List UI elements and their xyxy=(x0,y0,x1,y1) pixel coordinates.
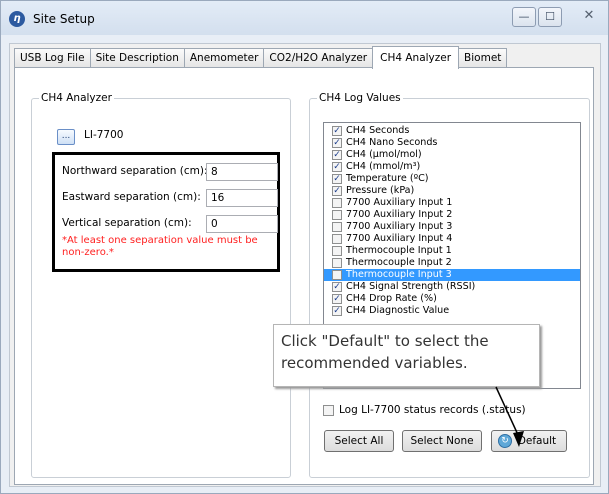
list-item-label: 7700 Auxiliary Input 3 xyxy=(346,221,453,232)
list-item-label: Pressure (kPa) xyxy=(346,185,415,196)
list-item[interactable]: 7700 Auxiliary Input 3 xyxy=(324,221,580,233)
tab-biomet[interactable]: Biomet xyxy=(458,48,508,68)
tab-anemometer[interactable]: Anemometer xyxy=(183,48,265,68)
browse-analyzer-button[interactable]: ... xyxy=(57,129,75,145)
ch4-log-values-group: CH4 Log Values ✓ CH4 Seconds ✓ CH4 Nano Se… xyxy=(309,92,590,478)
list-item-label: 7700 Auxiliary Input 4 xyxy=(346,233,453,244)
ch4-log-values-group-title: CH4 Log Values xyxy=(317,92,403,104)
vertical-separation-input[interactable]: 0 xyxy=(206,215,278,233)
list-item-label: CH4 Nano Seconds xyxy=(346,137,438,148)
checkbox-icon[interactable]: ✓ xyxy=(332,162,342,172)
list-item-label: Thermocouple Input 2 xyxy=(346,257,452,268)
minimize-button[interactable]: — xyxy=(512,7,536,27)
list-item-label: CH4 Diagnostic Value xyxy=(346,305,450,316)
list-item[interactable]: ✓ CH4 (mmol/m³) xyxy=(324,161,580,173)
list-item-label: 7700 Auxiliary Input 2 xyxy=(346,209,453,220)
list-item[interactable]: 7700 Auxiliary Input 2 xyxy=(324,209,580,221)
callout-line-2: recommended variables. xyxy=(281,354,468,372)
client-area: USB Log File Site Description Anemometer… xyxy=(9,43,601,487)
list-item-label: Thermocouple Input 1 xyxy=(346,245,452,256)
maximize-button[interactable]: ☐ xyxy=(538,7,562,27)
list-item[interactable]: ✓ CH4 Nano Seconds xyxy=(324,137,580,149)
default-button-label: Default xyxy=(517,435,557,447)
select-none-button[interactable]: Select None xyxy=(402,430,482,452)
analyzer-model-label: LI-7700 xyxy=(84,129,124,141)
checkbox-icon[interactable]: ✓ xyxy=(332,306,342,316)
separation-highlight-box: Northward separation (cm): 8 Eastward se… xyxy=(52,152,280,272)
list-item-label: CH4 Signal Strength (RSSI) xyxy=(346,281,476,292)
eastward-separation-input[interactable]: 16 xyxy=(206,189,278,207)
list-item[interactable]: 7700 Auxiliary Input 1 xyxy=(324,197,580,209)
checkbox-icon[interactable] xyxy=(332,258,342,268)
separation-warning: *At least one separation value must be n… xyxy=(62,235,258,258)
default-button[interactable]: ↻ Default xyxy=(491,430,567,452)
list-item-label: CH4 (µmol/mol) xyxy=(346,149,422,160)
checkbox-icon[interactable]: ✓ xyxy=(332,138,342,148)
checkbox-icon[interactable]: ✓ xyxy=(332,126,342,136)
list-item[interactable]: 7700 Auxiliary Input 4 xyxy=(324,233,580,245)
list-item[interactable]: ✓ CH4 (µmol/mol) xyxy=(324,149,580,161)
checkbox-icon[interactable] xyxy=(332,210,342,220)
checkbox-icon[interactable] xyxy=(332,222,342,232)
list-item-label: Temperature (ºC) xyxy=(346,173,429,184)
list-item-label: CH4 (mmol/m³) xyxy=(346,161,421,172)
list-item-label: CH4 Drop Rate (%) xyxy=(346,293,437,304)
checkbox-icon[interactable] xyxy=(332,234,342,244)
ch4-analyzer-group: CH4 Analyzer ... LI-7700 Northward separ… xyxy=(31,92,291,478)
checkbox-icon[interactable]: ✓ xyxy=(332,282,342,292)
list-item[interactable]: ✓ CH4 Drop Rate (%) xyxy=(324,293,580,305)
ch4-analyzer-group-title: CH4 Analyzer xyxy=(39,92,114,104)
list-item[interactable]: ✓ CH4 Seconds xyxy=(324,125,580,137)
eastward-separation-label: Eastward separation (cm): xyxy=(62,191,201,203)
vertical-separation-label: Vertical separation (cm): xyxy=(62,217,192,229)
title-bar[interactable]: η Site Setup — ☐ ✕ xyxy=(1,1,608,35)
list-item[interactable]: Thermocouple Input 2 xyxy=(324,257,580,269)
checkbox-icon[interactable]: ✓ xyxy=(332,186,342,196)
checkbox-icon[interactable]: ✓ xyxy=(332,174,342,184)
tab-ch4-analyzer[interactable]: CH4 Analyzer xyxy=(372,46,460,69)
checkbox-icon[interactable] xyxy=(332,270,342,280)
checkbox-icon[interactable] xyxy=(332,198,342,208)
window-title: Site Setup xyxy=(33,12,95,26)
ch4-analyzer-tab-page: CH4 Analyzer ... LI-7700 Northward separ… xyxy=(14,67,594,485)
list-item-selected[interactable]: Thermocouple Input 3 xyxy=(324,269,580,281)
list-item-label: Thermocouple Input 3 xyxy=(346,269,452,280)
list-item[interactable]: ✓ Pressure (kPa) xyxy=(324,185,580,197)
status-records-checkbox[interactable] xyxy=(323,405,334,416)
tab-co2-h2o-analyzer[interactable]: CO2/H2O Analyzer xyxy=(263,48,374,68)
list-item[interactable]: Thermocouple Input 1 xyxy=(324,245,580,257)
northward-separation-label: Northward separation (cm): xyxy=(62,165,208,177)
instruction-callout: Click "Default" to select the recommende… xyxy=(273,324,540,387)
list-item-label: 7700 Auxiliary Input 1 xyxy=(346,197,453,208)
callout-line-1: Click "Default" to select the xyxy=(281,332,489,350)
list-item[interactable]: ✓ CH4 Diagnostic Value xyxy=(324,305,580,317)
checkbox-icon[interactable] xyxy=(332,246,342,256)
status-records-label: Log LI-7700 status records (.status) xyxy=(339,404,526,416)
list-item[interactable]: ✓ CH4 Signal Strength (RSSI) xyxy=(324,281,580,293)
list-item-label: CH4 Seconds xyxy=(346,125,410,136)
site-setup-window: η Site Setup — ☐ ✕ USB Log File Site Des… xyxy=(0,0,609,494)
checkbox-icon[interactable]: ✓ xyxy=(332,150,342,160)
northward-separation-input[interactable]: 8 xyxy=(206,163,278,181)
tab-usb-log-file[interactable]: USB Log File xyxy=(14,48,91,68)
licor-logo-icon: η xyxy=(9,11,25,27)
tab-strip: USB Log File Site Description Anemometer… xyxy=(14,46,508,69)
checkbox-icon[interactable]: ✓ xyxy=(332,294,342,304)
select-all-button[interactable]: Select All xyxy=(324,430,394,452)
refresh-icon: ↻ xyxy=(498,434,512,448)
list-item[interactable]: ✓ Temperature (ºC) xyxy=(324,173,580,185)
tab-site-description[interactable]: Site Description xyxy=(89,48,185,68)
close-button[interactable]: ✕ xyxy=(571,7,607,27)
